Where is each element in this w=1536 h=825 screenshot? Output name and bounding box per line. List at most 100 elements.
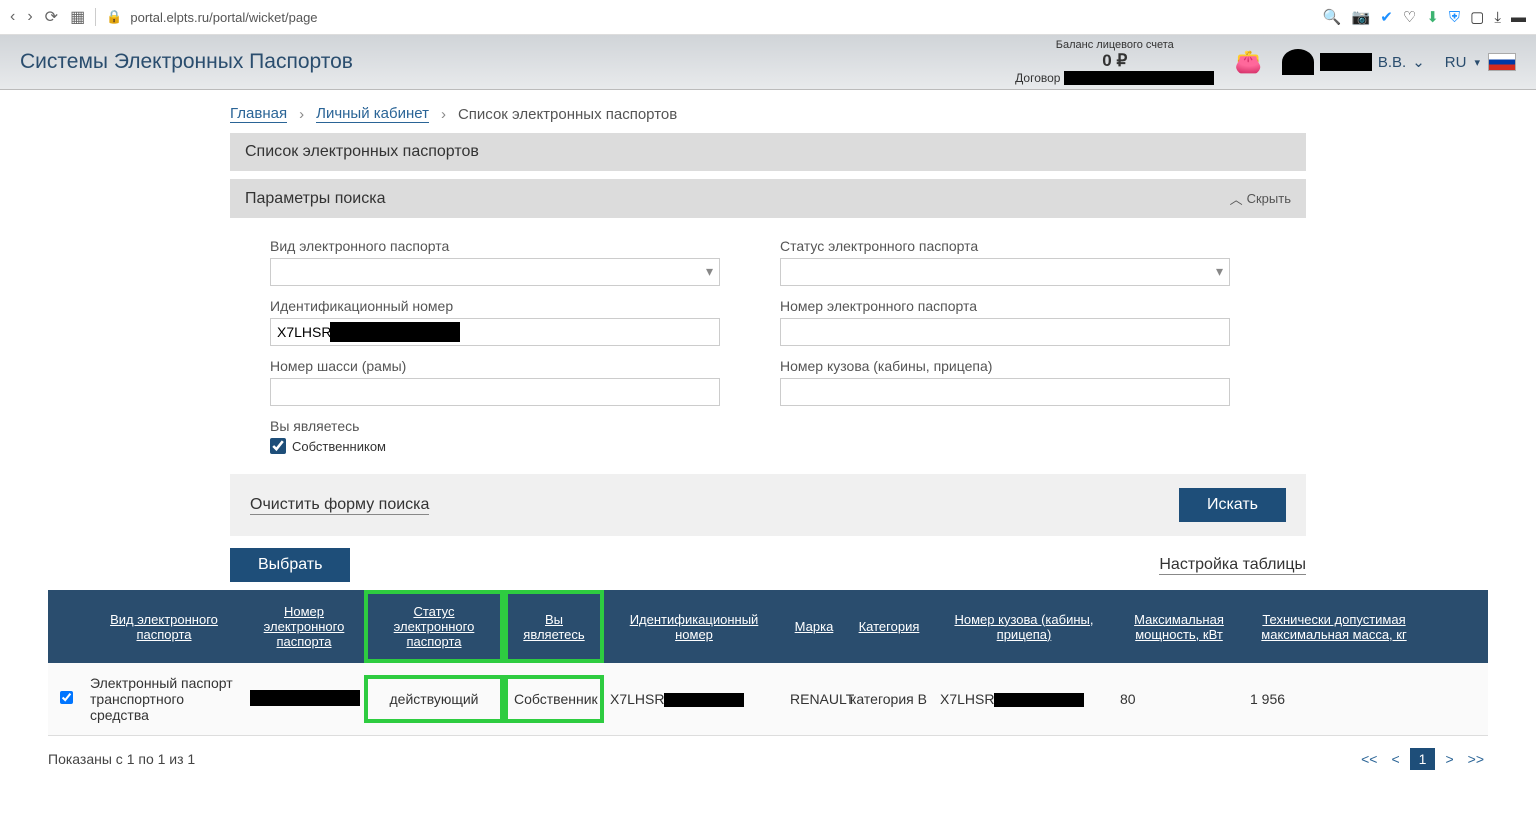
pager: << < 1 > >> [1357, 748, 1488, 770]
page-first[interactable]: << [1357, 749, 1381, 769]
site-header: Системы Электронных Паспортов Баланс лиц… [0, 35, 1536, 90]
redacted-vin [330, 322, 460, 342]
balance-value: 0 ₽ [1015, 51, 1214, 71]
owner-checkbox-label: Собственником [292, 439, 386, 454]
breadcrumb: Главная › Личный кабинет › Список электр… [230, 105, 1536, 123]
redacted-contract [1064, 71, 1214, 85]
cell-brand: RENAULT [784, 679, 844, 719]
col-status[interactable]: Статус электронного паспорта [364, 590, 504, 663]
breadcrumb-home[interactable]: Главная [230, 105, 287, 123]
language-label: RU [1445, 54, 1467, 71]
body-label: Номер кузова (кабины, прицепа) [780, 358, 1230, 374]
table-row[interactable]: Электронный паспорт транспортного средст… [48, 663, 1488, 736]
redacted-number [250, 690, 360, 706]
cell-number [244, 678, 364, 721]
collapse-toggle[interactable]: ︿ Скрыть [1230, 189, 1291, 208]
back-icon[interactable]: ‹ [10, 8, 15, 26]
cell-status: действующий [364, 675, 504, 723]
row-checkbox[interactable] [60, 691, 73, 704]
redacted-body-cell [994, 693, 1084, 707]
col-power[interactable]: Максимальная мощность, кВт [1114, 590, 1244, 663]
camera-icon[interactable]: 📷 [1352, 8, 1371, 26]
breadcrumb-sep: › [441, 106, 446, 123]
cube-icon[interactable]: ▢ [1470, 8, 1484, 26]
cell-vin: X7LHSR [604, 679, 784, 719]
chassis-input[interactable] [270, 378, 720, 406]
owner-checkbox[interactable] [270, 438, 286, 454]
cell-category: категория B [844, 679, 934, 719]
status-select[interactable] [780, 258, 1230, 286]
col-body[interactable]: Номер кузова (кабины, прицепа) [934, 590, 1114, 663]
chevron-down-icon: ⌄ [1412, 53, 1425, 71]
status-label: Статус электронного паспорта [780, 238, 1230, 254]
redacted-vin-cell [664, 693, 744, 707]
page-prev[interactable]: < [1387, 749, 1403, 769]
redacted-username [1320, 53, 1372, 71]
col-vin[interactable]: Идентификационный номер [604, 590, 784, 663]
toggle-label: Скрыть [1247, 191, 1291, 206]
user-menu[interactable]: В.В. ⌄ [1282, 49, 1425, 75]
search-panel-header: Параметры поиска ︿ Скрыть [230, 179, 1306, 218]
chevron-down-icon: ▾ [1474, 56, 1480, 69]
epts-num-input[interactable] [780, 318, 1230, 346]
page-next[interactable]: > [1441, 749, 1457, 769]
role-label: Вы являетесь [270, 418, 720, 434]
contract-label: Договор [1015, 71, 1060, 85]
col-category[interactable]: Категория [844, 590, 934, 663]
avatar-icon [1282, 49, 1314, 75]
cell-mass: 1 956 [1244, 679, 1424, 719]
page-last[interactable]: >> [1464, 749, 1488, 769]
type-select[interactable] [270, 258, 720, 286]
search-title: Параметры поиска [245, 190, 385, 208]
url-text: portal.elpts.ru/portal/wicket/page [130, 10, 317, 25]
col-number[interactable]: Номер электронного паспорта [244, 590, 364, 663]
body-input[interactable] [780, 378, 1230, 406]
type-label: Вид электронного паспорта [270, 238, 720, 254]
cell-power: 80 [1114, 679, 1244, 719]
search-icon[interactable]: 🔍 [1323, 8, 1342, 26]
col-role[interactable]: Вы являетесь [504, 590, 604, 663]
user-initials: В.В. [1378, 54, 1406, 71]
breadcrumb-current: Список электронных паспортов [458, 106, 677, 123]
browser-toolbar: ‹ › ⟳ ▦ 🔒 portal.elpts.ru/portal/wicket/… [0, 0, 1536, 35]
breadcrumb-sep: › [299, 106, 304, 123]
chevron-up-icon: ︿ [1230, 189, 1243, 208]
wallet-icon[interactable]: 👛 [1234, 49, 1261, 75]
panel-title-text: Список электронных паспортов [245, 143, 479, 161]
col-type[interactable]: Вид электронного паспорта [84, 590, 244, 663]
vin-label: Идентификационный номер [270, 298, 720, 314]
cell-type: Электронный паспорт транспортного средст… [84, 663, 244, 735]
panel-title: Список электронных паспортов [230, 133, 1306, 171]
clear-form-link[interactable]: Очистить форму поиска [250, 496, 429, 515]
apps-icon[interactable]: ▦ [70, 7, 85, 27]
download-arrow-icon[interactable]: ⬇ [1426, 8, 1439, 26]
flag-ru-icon [1488, 53, 1516, 71]
epts-num-label: Номер электронного паспорта [780, 298, 1230, 314]
lock-icon: 🔒 [106, 9, 122, 25]
chassis-label: Номер шасси (рамы) [270, 358, 720, 374]
heart-icon[interactable]: ♡ [1403, 8, 1416, 26]
download-icon[interactable]: ⤓ [1494, 9, 1501, 26]
shield-icon[interactable]: ✔ [1380, 8, 1393, 26]
reload-icon[interactable]: ⟳ [45, 7, 58, 27]
select-button[interactable]: Выбрать [230, 548, 350, 582]
language-selector[interactable]: RU ▾ [1445, 53, 1516, 71]
table-settings-link[interactable]: Настройка таблицы [1159, 556, 1306, 575]
results-table: Вид электронного паспорта Номер электрон… [48, 590, 1488, 736]
page-current: 1 [1410, 748, 1436, 770]
cell-body: X7LHSR [934, 679, 1114, 719]
battery-icon: ▬ [1511, 9, 1526, 26]
col-mass[interactable]: Технически допустимая максимальная масса… [1244, 590, 1424, 663]
table-footer: Показаны с 1 по 1 из 1 << < 1 > >> [48, 748, 1488, 770]
pagination-summary: Показаны с 1 по 1 из 1 [48, 751, 195, 767]
col-brand[interactable]: Марка [784, 590, 844, 663]
adblock-icon[interactable]: ⛨ [1449, 9, 1460, 26]
site-title: Системы Электронных Паспортов [20, 50, 353, 74]
forward-icon[interactable]: › [27, 8, 32, 26]
col-checkbox [48, 590, 84, 663]
balance-label: Баланс лицевого счета [1015, 39, 1214, 51]
table-header: Вид электронного паспорта Номер электрон… [48, 590, 1488, 663]
breadcrumb-account[interactable]: Личный кабинет [316, 105, 429, 123]
search-button[interactable]: Искать [1179, 488, 1286, 522]
cell-role: Собственник [504, 675, 604, 723]
